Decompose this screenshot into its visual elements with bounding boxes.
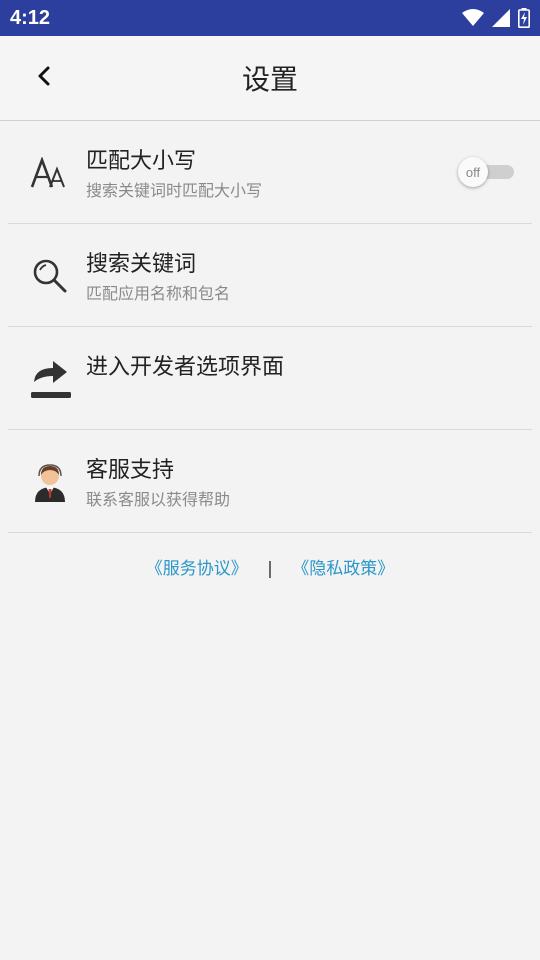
setting-title: 匹配大小写 [86, 149, 197, 174]
setting-customer-service[interactable]: 客服支持 联系客服以获得帮助 [8, 430, 532, 533]
settings-list: 匹配大小写 搜索关键词时匹配大小写 off 搜索关键词 匹配应用名称和包名 进入… [0, 121, 540, 533]
setting-search-keyword[interactable]: 搜索关键词 匹配应用名称和包名 [8, 224, 532, 327]
setting-title: 搜索关键词 [86, 252, 197, 277]
share-arrow-icon [28, 357, 72, 401]
setting-subtitle: 匹配应用名称和包名 [86, 284, 231, 303]
font-case-icon [28, 151, 72, 195]
privacy-policy-link[interactable]: 《隐私政策》 [292, 559, 394, 579]
status-icons [462, 8, 530, 28]
setting-subtitle: 联系客服以获得帮助 [86, 490, 231, 509]
customer-service-icon [28, 460, 72, 504]
setting-subtitle: 搜索关键词时匹配大小写 [86, 181, 263, 200]
battery-charging-icon [518, 8, 530, 28]
match-case-toggle[interactable]: off [458, 157, 514, 187]
signal-icon [492, 9, 510, 27]
footer-separator: | [267, 559, 273, 579]
status-bar: 4:12 [0, 0, 540, 36]
app-bar: 设置 [0, 36, 540, 121]
service-agreement-link[interactable]: 《服务协议》 [146, 559, 248, 579]
setting-title: 客服支持 [86, 458, 175, 483]
search-icon [28, 254, 72, 298]
wifi-icon [462, 9, 484, 27]
setting-title: 进入开发者选项界面 [86, 355, 285, 380]
page-title: 设置 [241, 63, 298, 96]
setting-match-case[interactable]: 匹配大小写 搜索关键词时匹配大小写 off [8, 121, 532, 224]
footer-links: 《服务协议》 | 《隐私政策》 [0, 554, 540, 579]
toggle-knob: off [458, 157, 488, 187]
status-time: 4:12 [10, 6, 51, 29]
setting-developer-options[interactable]: 进入开发者选项界面 [8, 327, 532, 430]
